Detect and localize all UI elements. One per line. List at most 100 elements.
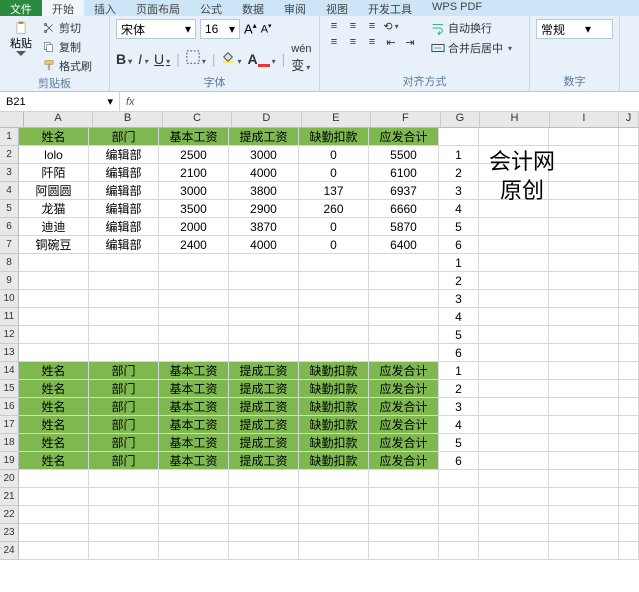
font-color-button[interactable]: A [248, 51, 276, 67]
cell[interactable] [619, 380, 639, 398]
cell[interactable]: lolo [19, 146, 89, 164]
cell[interactable] [369, 542, 439, 560]
cell[interactable]: 4 [439, 200, 479, 218]
cell[interactable] [549, 236, 619, 254]
font-size-select[interactable]: 16▾ [200, 19, 240, 39]
cell[interactable]: 3000 [159, 182, 229, 200]
cell[interactable]: 提成工资 [229, 128, 299, 146]
cell[interactable] [619, 344, 639, 362]
cell[interactable]: 2 [439, 380, 479, 398]
cell[interactable] [159, 254, 229, 272]
cell[interactable]: 姓名 [19, 398, 89, 416]
cell[interactable] [619, 308, 639, 326]
row-header[interactable]: 22 [0, 506, 19, 524]
cell[interactable]: 基本工资 [159, 452, 229, 470]
cell[interactable] [299, 254, 369, 272]
cell[interactable] [159, 344, 229, 362]
cell[interactable] [19, 542, 89, 560]
cell[interactable]: 部门 [89, 362, 159, 380]
cell[interactable] [619, 146, 639, 164]
cell[interactable] [89, 488, 159, 506]
cell[interactable] [479, 362, 549, 380]
cell[interactable] [479, 506, 549, 524]
row-header[interactable]: 2 [0, 146, 19, 164]
dev-tab[interactable]: 开发工具 [358, 0, 422, 16]
cell[interactable]: 部门 [89, 380, 159, 398]
row-header[interactable]: 10 [0, 290, 19, 308]
cell[interactable]: 基本工资 [159, 380, 229, 398]
align-bottom[interactable]: ≡ [364, 19, 380, 33]
cell[interactable] [369, 488, 439, 506]
cell[interactable] [229, 524, 299, 542]
cell[interactable] [479, 470, 549, 488]
cell[interactable]: 260 [299, 200, 369, 218]
cell[interactable] [19, 272, 89, 290]
cell[interactable] [479, 164, 549, 182]
indent-dec[interactable]: ⇤ [383, 35, 399, 49]
cell[interactable]: 铜碗豆 [19, 236, 89, 254]
cell[interactable] [619, 128, 639, 146]
fill-color-button[interactable] [221, 50, 241, 67]
cell[interactable]: 应发合计 [369, 128, 439, 146]
cell[interactable] [19, 326, 89, 344]
cell[interactable] [19, 506, 89, 524]
cell[interactable] [549, 380, 619, 398]
formula-bar[interactable] [141, 92, 639, 111]
align-center[interactable]: ≡ [345, 35, 361, 49]
cell[interactable] [549, 542, 619, 560]
cell[interactable] [619, 290, 639, 308]
cell[interactable] [619, 416, 639, 434]
cell[interactable]: 提成工资 [229, 362, 299, 380]
cell[interactable]: 编辑部 [89, 146, 159, 164]
cell[interactable] [89, 524, 159, 542]
cell[interactable] [299, 542, 369, 560]
fx-icon[interactable]: fx [120, 92, 141, 111]
view-tab[interactable]: 视图 [316, 0, 358, 16]
col-G[interactable]: G [441, 112, 481, 127]
cell[interactable] [19, 344, 89, 362]
cell[interactable]: 0 [299, 164, 369, 182]
row-header[interactable]: 21 [0, 488, 19, 506]
cell[interactable] [19, 308, 89, 326]
cell[interactable]: 部门 [89, 434, 159, 452]
row-header[interactable]: 18 [0, 434, 19, 452]
row-header[interactable]: 13 [0, 344, 19, 362]
cell[interactable] [439, 470, 479, 488]
row-header[interactable]: 14 [0, 362, 19, 380]
cell[interactable]: 编辑部 [89, 182, 159, 200]
cell[interactable]: 缺勤扣款 [299, 362, 369, 380]
data-tab[interactable]: 数据 [232, 0, 274, 16]
cell[interactable] [619, 434, 639, 452]
cell[interactable] [549, 434, 619, 452]
cell[interactable]: 姓名 [19, 452, 89, 470]
cell[interactable] [549, 218, 619, 236]
cell[interactable] [229, 506, 299, 524]
align-left[interactable]: ≡ [326, 35, 342, 49]
cell[interactable] [549, 146, 619, 164]
cell[interactable]: 6937 [369, 182, 439, 200]
format-painter-button[interactable]: 格式刷 [40, 57, 94, 75]
cell[interactable]: 2400 [159, 236, 229, 254]
cell[interactable] [619, 542, 639, 560]
cell[interactable] [549, 272, 619, 290]
cell[interactable]: 姓名 [19, 416, 89, 434]
cell[interactable] [89, 290, 159, 308]
cell[interactable] [299, 308, 369, 326]
cell[interactable] [619, 362, 639, 380]
cell[interactable] [299, 506, 369, 524]
cell[interactable]: 提成工资 [229, 434, 299, 452]
orientation-button[interactable]: ⟲ [383, 19, 399, 33]
cell[interactable]: 应发合计 [369, 416, 439, 434]
align-right[interactable]: ≡ [364, 35, 380, 49]
cell[interactable]: 部门 [89, 398, 159, 416]
cell[interactable] [159, 506, 229, 524]
cell[interactable] [479, 128, 549, 146]
cell[interactable] [549, 128, 619, 146]
cell[interactable]: 缺勤扣款 [299, 380, 369, 398]
cell[interactable]: 阿圆圆 [19, 182, 89, 200]
cell[interactable]: 5870 [369, 218, 439, 236]
cell[interactable]: 3 [439, 398, 479, 416]
cell[interactable] [549, 506, 619, 524]
cell[interactable]: 提成工资 [229, 380, 299, 398]
cell[interactable] [299, 524, 369, 542]
